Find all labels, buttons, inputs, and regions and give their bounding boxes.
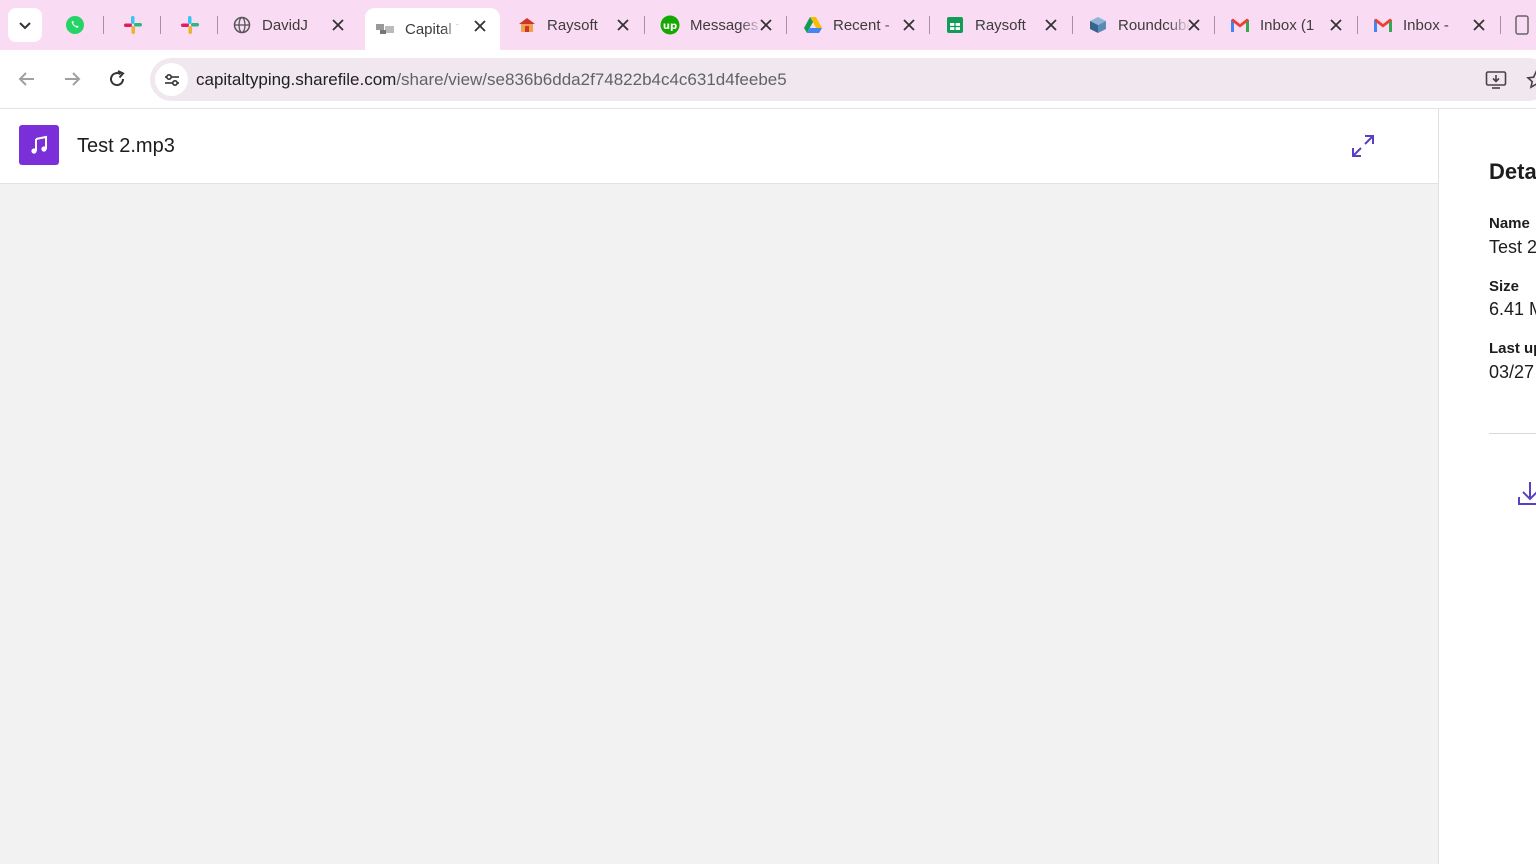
tab-partial[interactable] bbox=[1508, 9, 1536, 41]
site-info-button[interactable] bbox=[155, 63, 188, 96]
last-uploaded-label: Last up bbox=[1489, 340, 1536, 357]
tab-gmail-inbox-2[interactable]: Inbox - bbox=[1363, 8, 1499, 42]
details-separator bbox=[1489, 433, 1536, 434]
file-name-title: Test 2.mp3 bbox=[77, 135, 175, 157]
arrow-left-icon bbox=[18, 72, 34, 86]
tab-title: Recent - bbox=[833, 16, 890, 34]
tab-gmail-inbox-1[interactable]: Inbox (1 bbox=[1220, 8, 1356, 42]
sharefile-icon bbox=[375, 19, 395, 39]
close-icon[interactable] bbox=[899, 15, 919, 35]
install-app-button[interactable] bbox=[1485, 69, 1507, 91]
tab-title: Messages bbox=[690, 16, 759, 34]
install-icon bbox=[1485, 71, 1507, 89]
close-icon[interactable] bbox=[1041, 15, 1061, 35]
tab-title: Inbox (1 bbox=[1260, 16, 1315, 34]
back-button[interactable] bbox=[10, 62, 44, 96]
url-host: capitaltyping.sharefile.com bbox=[196, 70, 397, 89]
close-icon[interactable] bbox=[470, 16, 490, 36]
tab-separator bbox=[160, 16, 161, 34]
tab-search-button[interactable] bbox=[8, 8, 42, 42]
name-label: Name bbox=[1489, 215, 1530, 232]
close-icon[interactable] bbox=[613, 15, 633, 35]
size-label: Size bbox=[1489, 278, 1520, 295]
url-path: /share/view/se836b6dda2f74822b4c4c631d4f… bbox=[396, 70, 787, 89]
tab-separator bbox=[644, 16, 645, 34]
tab-davidj[interactable]: DavidJ bbox=[222, 8, 358, 42]
tab-separator bbox=[103, 16, 104, 34]
slack-icon bbox=[181, 16, 199, 34]
reload-icon bbox=[110, 70, 125, 87]
details-heading: Deta bbox=[1489, 159, 1536, 184]
gmail-icon bbox=[1373, 15, 1393, 35]
tab-strip: DavidJ Capital T Raysoft up Messages Rec… bbox=[0, 0, 1536, 50]
reload-button[interactable] bbox=[100, 62, 134, 96]
close-icon[interactable] bbox=[328, 15, 348, 35]
pinned-tab-slack-2[interactable] bbox=[174, 9, 206, 41]
file-preview-area bbox=[0, 184, 1438, 864]
raysoft-icon bbox=[517, 15, 537, 35]
viewer-header: Test 2.mp3 bbox=[0, 109, 1438, 184]
google-drive-icon bbox=[803, 15, 823, 35]
address-bar[interactable]: capitaltyping.sharefile.com/share/view/s… bbox=[150, 58, 1536, 101]
page-content: Test 2.mp3 Deta Name Test 2 Size 6.41 M … bbox=[0, 109, 1536, 864]
tab-google-drive[interactable]: Recent - bbox=[793, 8, 929, 42]
roundcube-icon bbox=[1088, 15, 1108, 35]
tab-title: Inbox - bbox=[1403, 16, 1449, 34]
name-value: Test 2 bbox=[1489, 237, 1536, 257]
bookmark-star-button[interactable] bbox=[1525, 69, 1536, 91]
pinned-tab-whatsapp[interactable] bbox=[59, 9, 91, 41]
tab-capital-typing[interactable]: Capital T bbox=[365, 8, 500, 50]
details-panel: Deta Name Test 2 Size 6.41 M Last up 03/… bbox=[1439, 109, 1536, 864]
tab-title: DavidJ bbox=[262, 16, 308, 34]
close-icon[interactable] bbox=[756, 15, 776, 35]
tab-separator bbox=[1072, 16, 1073, 34]
chevron-down-icon bbox=[19, 22, 31, 30]
tab-upwork-messages[interactable]: up Messages bbox=[650, 8, 786, 42]
tab-raysoft[interactable]: Raysoft bbox=[507, 8, 643, 42]
tune-icon bbox=[164, 73, 179, 86]
google-sheets-icon bbox=[945, 15, 965, 35]
last-uploaded-value: 03/27 bbox=[1489, 362, 1535, 382]
forward-button[interactable] bbox=[55, 62, 89, 96]
url-text[interactable]: capitaltyping.sharefile.com/share/view/s… bbox=[196, 70, 787, 90]
svg-text:up: up bbox=[663, 21, 677, 32]
close-icon[interactable] bbox=[1184, 15, 1204, 35]
tab-separator bbox=[929, 16, 930, 34]
download-icon bbox=[1518, 482, 1536, 505]
fullscreen-button[interactable] bbox=[1348, 131, 1378, 161]
star-icon bbox=[1526, 70, 1536, 89]
expand-icon bbox=[1352, 135, 1374, 157]
pinned-tab-slack-1[interactable] bbox=[117, 9, 149, 41]
music-note-icon bbox=[31, 135, 47, 154]
tab-separator bbox=[1214, 16, 1215, 34]
download-button[interactable] bbox=[1515, 479, 1536, 509]
tab-separator bbox=[786, 16, 787, 34]
whatsapp-icon bbox=[66, 16, 84, 34]
gmail-icon bbox=[1230, 15, 1250, 35]
globe-icon bbox=[232, 15, 252, 35]
close-icon[interactable] bbox=[1469, 15, 1489, 35]
size-value: 6.41 M bbox=[1489, 299, 1536, 319]
arrow-right-icon bbox=[65, 72, 81, 86]
browser-toolbar: capitaltyping.sharefile.com/share/view/s… bbox=[0, 50, 1536, 109]
file-type-tile bbox=[19, 125, 59, 165]
phone-icon bbox=[1515, 15, 1529, 35]
tab-separator bbox=[217, 16, 218, 34]
tab-roundcube[interactable]: Roundcube bbox=[1078, 8, 1214, 42]
tab-title: Roundcube bbox=[1118, 16, 1190, 34]
tab-separator bbox=[1357, 16, 1358, 34]
upwork-icon: up bbox=[660, 15, 680, 35]
tab-raysoft-sheet[interactable]: Raysoft bbox=[935, 8, 1071, 42]
slack-icon bbox=[124, 16, 142, 34]
tab-title: Raysoft bbox=[547, 16, 598, 34]
tab-title: Raysoft bbox=[975, 16, 1026, 34]
tab-title: Capital T bbox=[405, 20, 460, 38]
tab-separator bbox=[1500, 16, 1501, 34]
close-icon[interactable] bbox=[1326, 15, 1346, 35]
